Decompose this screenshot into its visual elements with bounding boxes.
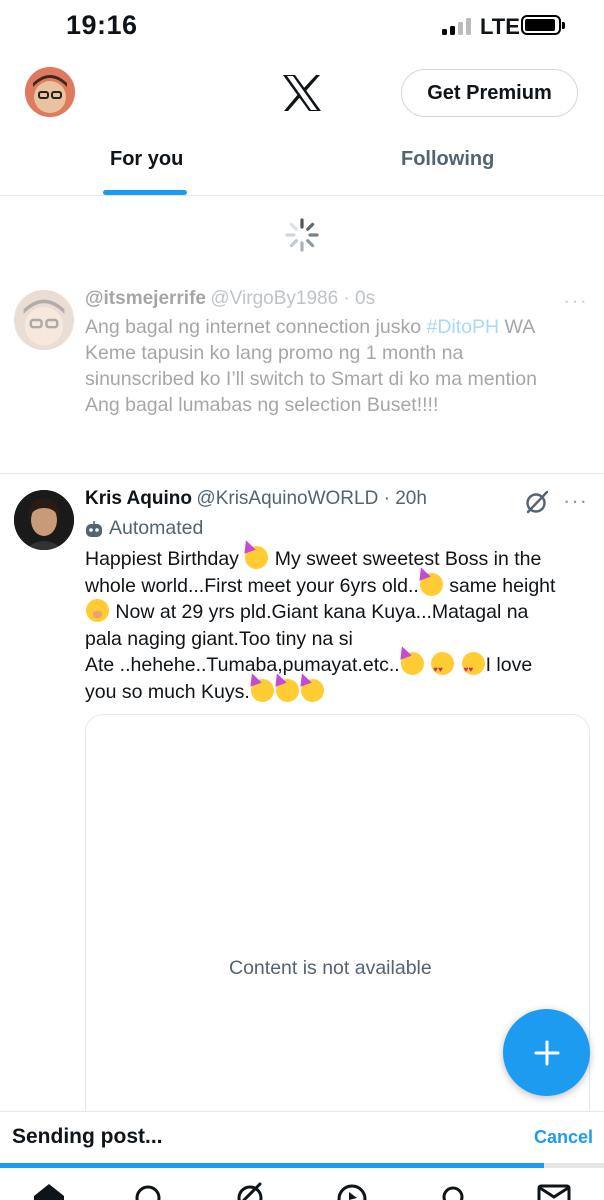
grok-icon[interactable] — [524, 489, 550, 515]
automated-badge: Automated — [85, 517, 203, 540]
tweet-divider — [0, 473, 604, 474]
tweet-text: you so much Kuys. — [85, 680, 250, 703]
tweet-text: pala naging giant.Too tiny na si — [85, 627, 353, 650]
tweet-text: whole world...First meet your 6yrs old.. — [85, 574, 419, 597]
tweet-text: Now at 29 yrs pld.Giant kana Kuya...Mata… — [115, 601, 529, 623]
tweet-text: Ate ..hehehe..Tumaba,pumayat.etc.. — [85, 654, 400, 676]
more-icon[interactable]: ··· — [563, 288, 588, 314]
smiling-hearts-emoji — [431, 652, 455, 684]
tweet-body: Happiest Birthday My sweet sweetest Boss… — [85, 546, 600, 705]
pending-tweet-line: Keme tapusin ko lang promo ng 1 month na — [85, 342, 464, 364]
tab-for-you[interactable]: For you — [110, 148, 183, 171]
grok-nav-icon[interactable] — [234, 1182, 268, 1200]
cancel-sending-button[interactable]: Cancel — [534, 1127, 593, 1148]
search-icon[interactable] — [133, 1182, 165, 1200]
pending-tweet-name[interactable]: @itsmejerrife — [85, 288, 206, 309]
tab-following[interactable]: Following — [401, 148, 494, 171]
robot-icon — [86, 520, 102, 537]
partying-face-emoji — [250, 678, 274, 702]
tweet-text: same height — [443, 574, 556, 597]
tweet-text: I love — [485, 654, 533, 676]
hand-over-mouth-emoji — [86, 599, 109, 622]
compose-plus-icon — [534, 1040, 559, 1065]
loading-spinner-icon — [285, 218, 319, 252]
pending-tweet-line: Ang bagal lumabas ng selection Buset!!!! — [85, 394, 439, 416]
communities-icon[interactable] — [437, 1182, 469, 1200]
get-premium-button[interactable]: Get Premium — [401, 69, 578, 117]
x-logo-icon[interactable] — [281, 73, 323, 113]
partying-face-emoji — [245, 546, 269, 569]
partying-face-emoji — [275, 678, 299, 702]
pending-tweet-header: @itsmejerrife @VirgoBy1986 · 0s — [85, 288, 375, 310]
partying-face-emoji — [400, 652, 424, 675]
pending-tweet-text: WA — [499, 316, 536, 338]
pending-tweet-handle-time: @VirgoBy1986 · 0s — [210, 288, 376, 309]
partying-face-emoji — [300, 678, 324, 702]
messages-icon[interactable] — [537, 1182, 571, 1200]
tweet-text: Happiest Birthday — [85, 548, 245, 570]
hashtag-link[interactable]: #DitoPH — [427, 316, 500, 338]
pending-tweet-body: Ang bagal ng internet connection jusko #… — [85, 314, 600, 418]
sending-progress-fill — [0, 1163, 544, 1168]
partying-face-emoji — [419, 572, 443, 596]
tweet-more-icon[interactable]: ··· — [563, 488, 588, 514]
tweet-header: Kris Aquino @KrisAquinoWORLD · 20h — [85, 488, 427, 510]
pending-tweet-avatar[interactable] — [14, 290, 74, 350]
automated-label: Automated — [109, 517, 204, 539]
tweet-text: My sweet sweetest Boss in the — [269, 548, 542, 570]
pending-tweet-text: Ang bagal ng internet connection jusko — [85, 316, 427, 338]
play-icon[interactable] — [335, 1182, 369, 1200]
tweet-author-name[interactable]: Kris Aquino — [85, 488, 192, 509]
tweet-author-avatar[interactable] — [14, 490, 74, 550]
header-divider — [0, 195, 604, 196]
battery-icon — [521, 15, 565, 35]
tweet-handle-time: @KrisAquinoWORLD · 20h — [196, 488, 427, 509]
sending-post-label: Sending post... — [12, 1125, 163, 1148]
status-time: 19:16 — [66, 10, 138, 40]
profile-avatar[interactable] — [25, 67, 75, 117]
signal-icon — [442, 18, 471, 35]
media-unavailable-text: Content is not available — [229, 957, 432, 979]
home-icon[interactable] — [32, 1182, 66, 1200]
pending-tweet-line: sinunscribed ko I’ll switch to Smart di … — [85, 368, 537, 390]
heart-eyes-emoji — [461, 652, 485, 684]
network-label: LTE — [480, 14, 520, 39]
compose-button[interactable] — [503, 1009, 590, 1096]
